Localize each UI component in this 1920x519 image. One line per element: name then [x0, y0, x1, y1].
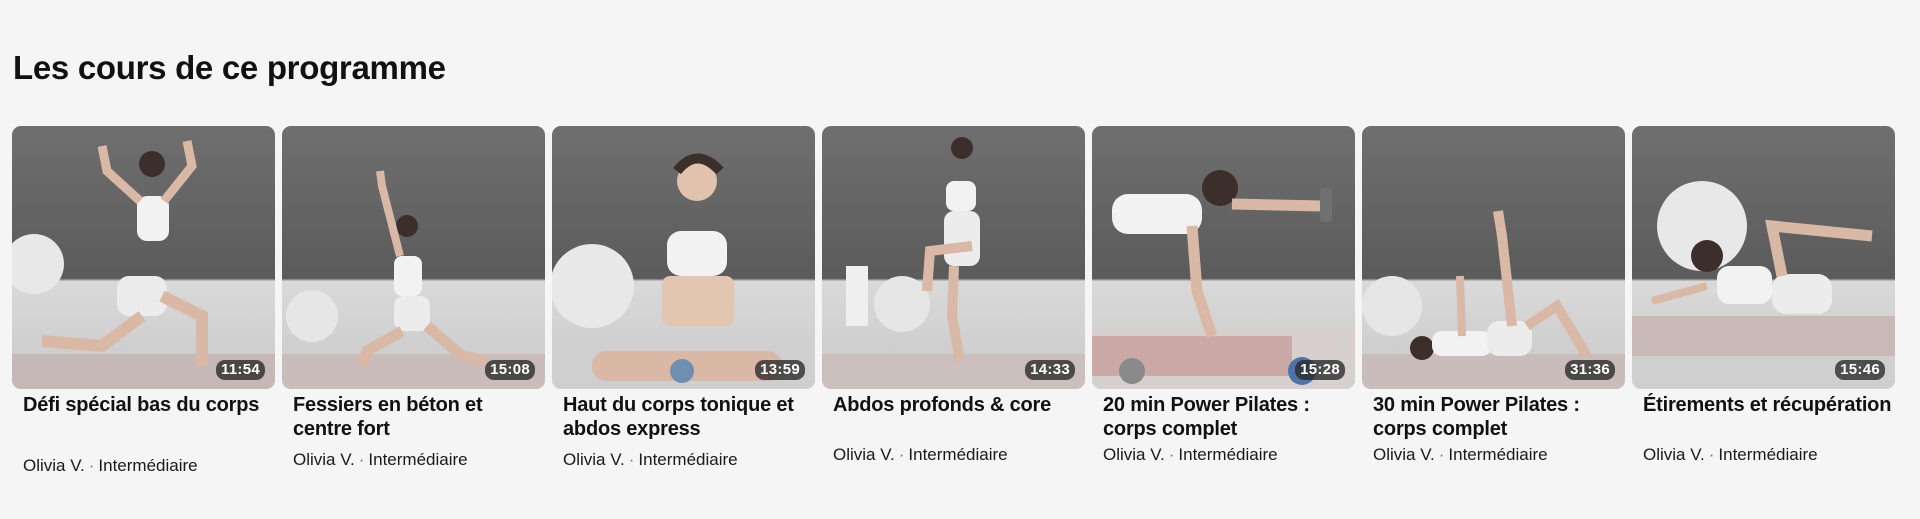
- course-meta: Olivia V. · Intermédiaire: [833, 444, 1083, 466]
- course-thumbnail[interactable]: 14:33: [822, 126, 1085, 389]
- course-card-3[interactable]: 13:59 Haut du corps tonique et abdos exp…: [552, 126, 815, 469]
- duration-badge: 15:08: [485, 360, 535, 380]
- course-level: Intermédiaire: [908, 445, 1008, 464]
- course-meta: Olivia V. · Intermédiaire: [1643, 444, 1893, 466]
- course-title[interactable]: Fessiers en béton et centre fort: [293, 393, 543, 441]
- course-thumbnail[interactable]: 11:54: [12, 126, 275, 389]
- instructor-name: Olivia V.: [1643, 445, 1705, 464]
- workout-video-thumbnail-image: [1092, 170, 1355, 389]
- program-courses-section: Les cours de ce programme 11:54 Défi spé…: [0, 0, 1920, 519]
- course-level: Intermédiaire: [98, 456, 198, 475]
- meta-separator: ·: [88, 456, 95, 475]
- course-title[interactable]: Haut du corps tonique et abdos express: [563, 393, 813, 441]
- course-thumbnail[interactable]: 31:36: [1362, 126, 1625, 389]
- course-thumbnail[interactable]: 15:28: [1092, 126, 1355, 389]
- instructor-name: Olivia V.: [1373, 445, 1435, 464]
- course-title[interactable]: Abdos profonds & core: [833, 393, 1083, 417]
- course-title[interactable]: Étirements et récupération: [1643, 393, 1893, 417]
- instructor-name: Olivia V.: [833, 445, 895, 464]
- course-meta: Olivia V. · Intermédiaire: [1373, 444, 1623, 466]
- duration-badge: 13:59: [755, 360, 805, 380]
- course-thumbnail[interactable]: 15:46: [1632, 126, 1895, 389]
- course-title[interactable]: Défi spécial bas du corps: [23, 393, 273, 417]
- meta-separator: ·: [1708, 445, 1715, 464]
- instructor-name: Olivia V.: [293, 450, 355, 469]
- workout-video-thumbnail-image: [1632, 181, 1895, 389]
- instructor-name: Olivia V.: [563, 450, 625, 469]
- course-meta: Olivia V. · Intermédiaire: [563, 449, 813, 471]
- course-title[interactable]: 30 min Power Pilates : corps complet: [1373, 393, 1623, 441]
- course-card-2[interactable]: 15:08 Fessiers en béton et centre fort O…: [282, 126, 545, 469]
- course-level: Intermédiaire: [368, 450, 468, 469]
- course-level: Intermédiaire: [1448, 445, 1548, 464]
- instructor-name: Olivia V.: [1103, 445, 1165, 464]
- meta-separator: ·: [628, 450, 635, 469]
- course-card-5[interactable]: 15:28 20 min Power Pilates : corps compl…: [1092, 126, 1355, 464]
- course-level: Intermédiaire: [638, 450, 738, 469]
- course-thumbnail[interactable]: 15:08: [282, 126, 545, 389]
- workout-video-thumbnail-image: [822, 137, 1085, 389]
- meta-separator: ·: [1168, 445, 1175, 464]
- course-title[interactable]: 20 min Power Pilates : corps complet: [1103, 393, 1353, 441]
- workout-video-thumbnail-image: [282, 170, 545, 389]
- duration-badge: 31:36: [1565, 360, 1615, 380]
- workout-video-thumbnail-image: [12, 140, 275, 389]
- workout-video-thumbnail-image: [552, 153, 815, 389]
- meta-separator: ·: [898, 445, 905, 464]
- course-card-7[interactable]: 15:46 Étirements et récupération Olivia …: [1632, 126, 1895, 464]
- course-level: Intermédiaire: [1718, 445, 1818, 464]
- workout-video-thumbnail-image: [1362, 210, 1625, 389]
- course-meta: Olivia V. · Intermédiaire: [293, 449, 543, 471]
- course-meta: Olivia V. · Intermédiaire: [23, 455, 273, 477]
- course-card-4[interactable]: 14:33 Abdos profonds & core Olivia V. · In…: [822, 126, 1085, 464]
- course-thumbnail[interactable]: 13:59: [552, 126, 815, 389]
- meta-separator: ·: [1438, 445, 1445, 464]
- course-card-6[interactable]: 31:36 30 min Power Pilates : corps compl…: [1362, 126, 1625, 464]
- duration-badge: 15:46: [1835, 360, 1885, 380]
- section-title: Les cours de ce programme: [13, 49, 446, 86]
- course-card-1[interactable]: 11:54 Défi spécial bas du corps Olivia V…: [12, 126, 275, 475]
- meta-separator: ·: [358, 450, 365, 469]
- duration-badge: 14:33: [1025, 360, 1075, 380]
- course-level: Intermédiaire: [1178, 445, 1278, 464]
- duration-badge: 15:28: [1295, 360, 1345, 380]
- instructor-name: Olivia V.: [23, 456, 85, 475]
- course-meta: Olivia V. · Intermédiaire: [1103, 444, 1353, 466]
- duration-badge: 11:54: [215, 360, 265, 380]
